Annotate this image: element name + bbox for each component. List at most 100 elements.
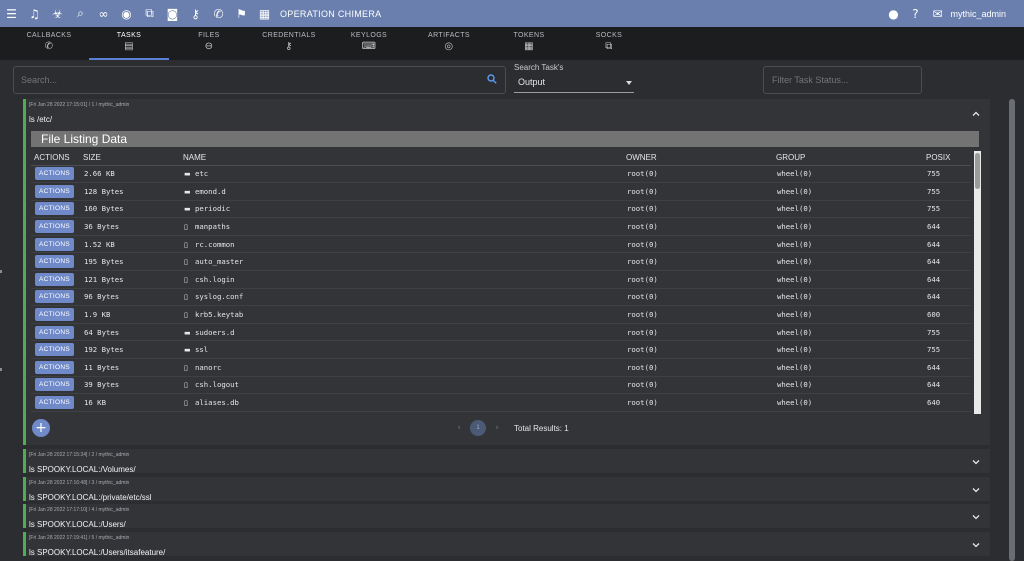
file-icon: ▯ <box>184 363 188 372</box>
name-cell[interactable]: ▬ sudoers.d <box>180 323 623 342</box>
account-icon[interactable]: ● <box>882 0 904 27</box>
tab-keylogs[interactable]: KEYLOGS ⌨ <box>329 27 409 60</box>
search-icon[interactable] <box>487 74 497 84</box>
column-header-name[interactable]: NAME <box>180 151 623 166</box>
biohazard-icon[interactable]: ☣ <box>46 0 69 27</box>
search-icon[interactable]: ⌕ <box>69 0 92 27</box>
size-cell: 121 Bytes <box>80 270 180 289</box>
tab-tokens[interactable]: TOKENS ▦ <box>489 27 569 60</box>
name-cell[interactable]: ▬ emond.d <box>180 182 623 201</box>
link-icon[interactable]: ∞ <box>92 0 115 27</box>
task-command[interactable]: ls SPOOKY.LOCAL:/Users/ <box>26 520 990 529</box>
task-command[interactable]: ls SPOOKY.LOCAL:/private/etc/ssl <box>26 493 990 502</box>
name-cell[interactable]: ▯ syslog.conf <box>180 288 623 307</box>
camera-icon[interactable]: ◙ <box>161 0 184 27</box>
headphones-icon[interactable]: ♫ <box>23 0 46 27</box>
tab-files[interactable]: FILES ⊖ <box>169 27 249 60</box>
flag-icon[interactable]: ⚑ <box>230 0 253 27</box>
name-cell[interactable]: ▬ ssl <box>180 340 623 360</box>
actions-button[interactable]: ACTIONS <box>35 202 74 216</box>
group-cell: wheel(0) <box>773 270 923 289</box>
name-cell[interactable]: ▯ csh.login <box>180 270 623 289</box>
name-cell[interactable]: ▯ manpaths <box>180 217 623 236</box>
file-icon: ▯ <box>184 240 188 249</box>
actions-button[interactable]: ACTIONS <box>35 237 74 251</box>
table-icon[interactable]: ▦ <box>253 0 276 27</box>
name-cell[interactable]: ▯ krb5.keytab <box>180 305 623 324</box>
column-header-actions[interactable]: ACTIONS <box>31 151 80 166</box>
main-scrollbar[interactable] <box>1009 99 1015 561</box>
task-command[interactable]: ls SPOOKY.LOCAL:/Users/itsafeature/ <box>26 548 990 557</box>
owner-cell: root(0) <box>623 165 773 184</box>
actions-button[interactable]: ACTIONS <box>35 272 74 286</box>
column-header-group[interactable]: GROUP <box>773 151 923 166</box>
actions-button[interactable]: ACTIONS <box>35 220 74 234</box>
search-task-select[interactable]: Search Task's Output <box>514 63 634 93</box>
menu-icon[interactable]: ☰ <box>0 0 23 27</box>
posix-cell: 755 <box>923 323 971 342</box>
filter-status-box <box>763 66 922 94</box>
actions-button[interactable]: ACTIONS <box>35 396 74 410</box>
name-cell[interactable]: ▯ aliases.db <box>180 393 623 412</box>
actions-button[interactable]: ACTIONS <box>35 167 74 181</box>
help-icon[interactable]: ? <box>904 0 926 27</box>
task-command[interactable]: ls /etc/ <box>26 115 990 124</box>
search-input[interactable] <box>14 67 474 93</box>
task-command[interactable]: ls SPOOKY.LOCAL:/Volumes/ <box>26 465 990 474</box>
actions-button[interactable]: ACTIONS <box>35 255 74 269</box>
group-cell: wheel(0) <box>773 235 923 254</box>
tab-socks[interactable]: SOCKS ⧉ <box>569 27 649 60</box>
column-header-size[interactable]: SIZE <box>80 151 180 166</box>
table-scrollbar[interactable] <box>974 151 981 414</box>
table-row: ACTIONS 64 Bytes ▬ sudoers.d root(0) wheel(0)… <box>31 323 971 342</box>
chevron-down-icon[interactable] <box>972 541 980 549</box>
phone-icon[interactable]: ✆ <box>207 0 230 27</box>
tab-tasks[interactable]: TASKS ▤ <box>89 27 169 60</box>
task-card[interactable]: [Fri Jan 28 2022 17:19:41] / 5 / mythic_… <box>23 532 990 557</box>
size-cell: 1.9 KB <box>80 305 180 324</box>
actions-button[interactable]: ACTIONS <box>35 360 74 374</box>
actions-button[interactable]: ACTIONS <box>35 378 74 392</box>
name-cell[interactable]: ▬ periodic <box>180 200 623 219</box>
mail-icon[interactable]: ✉ <box>926 0 948 27</box>
table-row: ACTIONS 160 Bytes ▬ periodic root(0) wheel(0)… <box>31 200 971 219</box>
column-header-owner[interactable]: OWNER <box>623 151 773 166</box>
scrollbar-thumb[interactable] <box>1009 99 1015 561</box>
group-cell: wheel(0) <box>773 340 923 360</box>
task-card[interactable]: [Fri Jan 28 2022 17:17:10] / 4 / mythic_… <box>23 504 990 529</box>
scrollbar-thumb[interactable] <box>975 153 980 189</box>
username-label[interactable]: mythic_admin <box>950 9 1006 19</box>
actions-button[interactable]: ACTIONS <box>35 308 74 322</box>
name-cell[interactable]: ▯ nanorc <box>180 358 623 377</box>
name-cell[interactable]: ▬ etc <box>180 165 623 184</box>
tab-credentials[interactable]: CREDENTIALS ⚷ <box>249 27 329 60</box>
task-card[interactable]: [Fri Jan 28 2022 17:16:48] / 3 / mythic_… <box>23 477 990 502</box>
column-header-posix[interactable]: POSIX <box>923 151 971 166</box>
name-cell[interactable]: ▯ rc.common <box>180 235 623 254</box>
page-number-button[interactable]: 1 <box>470 420 486 436</box>
chevron-right-icon[interactable]: › <box>490 423 504 433</box>
actions-cell: ACTIONS <box>31 305 80 324</box>
chevron-down-icon[interactable] <box>972 486 980 494</box>
socks-icon[interactable]: ⧉ <box>138 0 161 27</box>
actions-button[interactable]: ACTIONS <box>35 325 74 339</box>
key-icon[interactable]: ⚷ <box>184 0 207 27</box>
actions-button[interactable]: ACTIONS <box>35 184 74 198</box>
actions-button[interactable]: ACTIONS <box>35 290 74 304</box>
name-cell[interactable]: ▯ csh.logout <box>180 376 623 395</box>
chevron-left-icon[interactable]: ‹ <box>452 423 466 433</box>
chevron-down-icon[interactable] <box>972 458 980 466</box>
top-nav-bar: ☰ ♫ ☣ ⌕ ∞ ◉ ⧉ ◙ ⚷ ✆ ⚑ ▦ OPERATION CHIMER… <box>0 0 1024 27</box>
filter-status-input[interactable] <box>764 67 914 93</box>
tab-artifacts[interactable]: ARTIFACTS ◎ <box>409 27 489 60</box>
fingerprint-icon[interactable]: ◉ <box>115 0 138 27</box>
task-card[interactable]: [Fri Jan 28 2022 17:15:34] / 2 / mythic_… <box>23 449 990 474</box>
chevron-up-icon[interactable] <box>972 110 980 118</box>
add-button[interactable]: + <box>32 419 50 437</box>
chevron-down-icon[interactable] <box>972 513 980 521</box>
size-cell: 64 Bytes <box>80 323 180 342</box>
select-value[interactable]: Output <box>514 77 634 93</box>
tab-callbacks[interactable]: CALLBACKS ✆ <box>9 27 89 60</box>
actions-button[interactable]: ACTIONS <box>35 343 74 357</box>
name-cell[interactable]: ▯ auto_master <box>180 252 623 272</box>
